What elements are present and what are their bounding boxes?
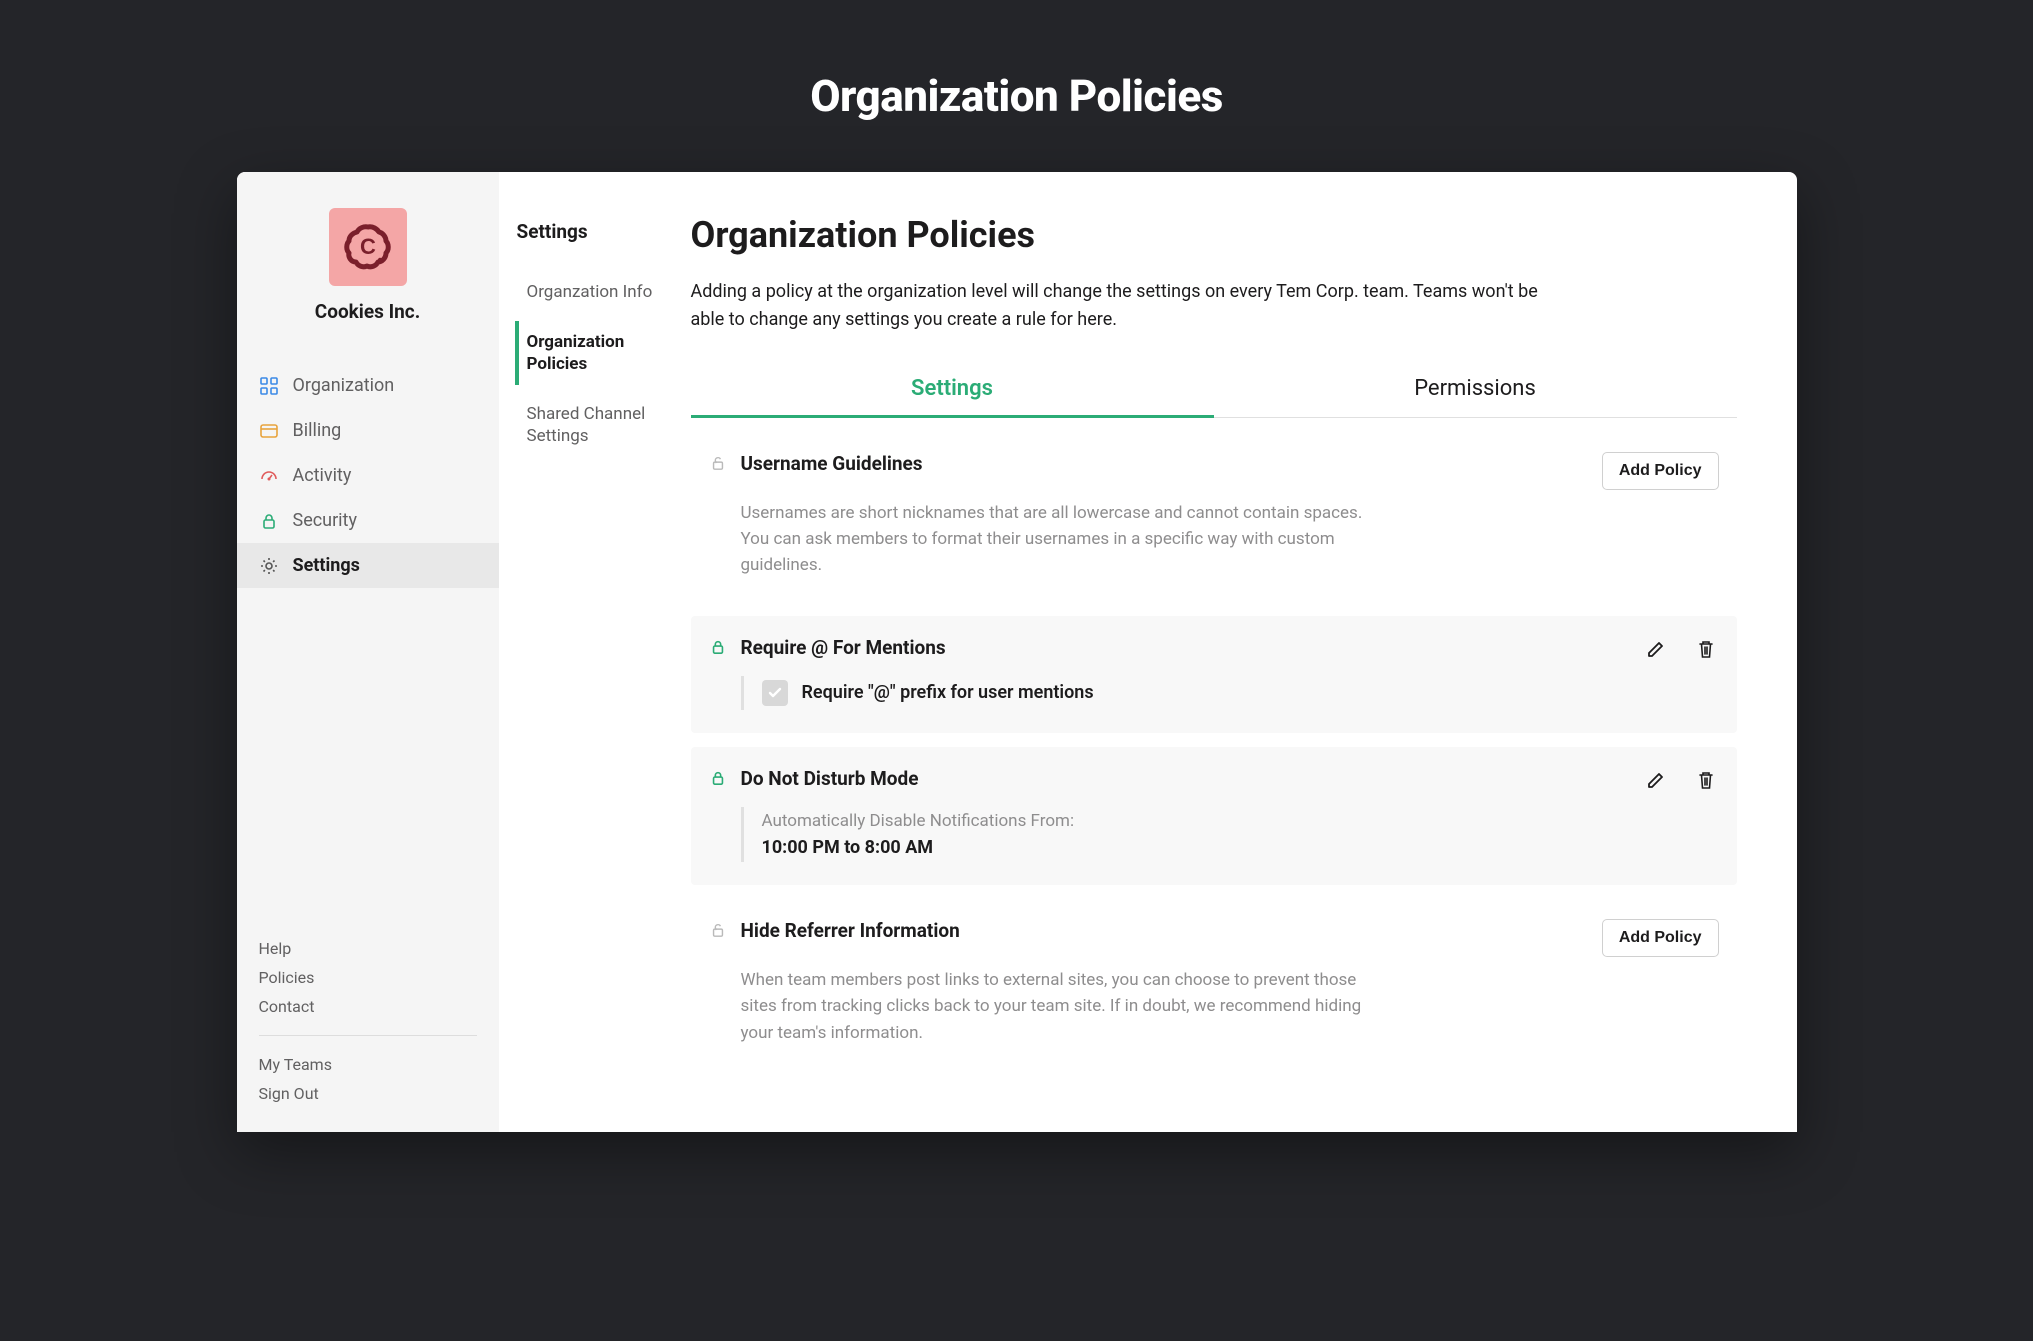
sidebar-item-label: Billing bbox=[293, 420, 342, 441]
pencil-icon bbox=[1645, 769, 1667, 791]
footer-links: Help Policies Contact My Teams Sign Out bbox=[237, 934, 499, 1108]
add-policy-button[interactable]: Add Policy bbox=[1602, 919, 1719, 957]
sidebar-item-activity[interactable]: Activity bbox=[237, 453, 499, 498]
policy-title: Do Not Disturb Mode bbox=[741, 767, 1629, 790]
main-content: Organization Policies Adding a policy at… bbox=[671, 172, 1797, 1132]
subnav-item-shared-channel[interactable]: Shared Channel Settings bbox=[517, 393, 671, 457]
nav-list: Organization Billing Activity Security bbox=[237, 363, 499, 588]
outer-page-title: Organization Policies bbox=[0, 70, 2033, 122]
settings-subnav: Settings Organzation Info Organization P… bbox=[499, 172, 671, 1132]
delete-policy-button[interactable] bbox=[1693, 636, 1719, 662]
card-icon bbox=[259, 421, 279, 441]
footer-link-signout[interactable]: Sign Out bbox=[259, 1079, 477, 1108]
policy-hide-referrer: Hide Referrer Information Add Policy Whe… bbox=[691, 899, 1737, 1069]
dnd-label: Automatically Disable Notifications From… bbox=[762, 811, 1719, 831]
policy-username-guidelines: Username Guidelines Add Policy Usernames… bbox=[691, 432, 1737, 602]
page-title: Organization Policies bbox=[691, 214, 1737, 256]
app-frame: C Cookies Inc. Organization Billing bbox=[237, 172, 1797, 1132]
sidebar-item-label: Settings bbox=[293, 555, 360, 576]
policy-require-at: Require @ For Mentions Require "@" prefi… bbox=[691, 616, 1737, 733]
add-policy-button[interactable]: Add Policy bbox=[1602, 452, 1719, 490]
tab-settings[interactable]: Settings bbox=[691, 362, 1214, 417]
cookie-logo-icon: C bbox=[343, 222, 393, 272]
page-description: Adding a policy at the organization leve… bbox=[691, 278, 1551, 334]
lock-icon bbox=[259, 511, 279, 531]
org-logo-wrap: C bbox=[237, 208, 499, 286]
check-icon bbox=[767, 685, 783, 701]
sidebar-item-security[interactable]: Security bbox=[237, 498, 499, 543]
gauge-icon bbox=[259, 466, 279, 486]
delete-policy-button[interactable] bbox=[1693, 767, 1719, 793]
org-name: Cookies Inc. bbox=[237, 300, 499, 323]
policy-title: Username Guidelines bbox=[741, 452, 1588, 475]
sidebar-item-label: Security bbox=[293, 510, 357, 531]
subnav-item-org-info[interactable]: Organzation Info bbox=[517, 271, 671, 313]
footer-divider bbox=[259, 1035, 477, 1036]
footer-link-policies[interactable]: Policies bbox=[259, 963, 477, 992]
footer-link-myteams[interactable]: My Teams bbox=[259, 1050, 477, 1079]
grid-icon bbox=[259, 376, 279, 396]
edit-policy-button[interactable] bbox=[1643, 767, 1669, 793]
footer-link-help[interactable]: Help bbox=[259, 934, 477, 963]
sidebar-item-billing[interactable]: Billing bbox=[237, 408, 499, 453]
gear-icon bbox=[259, 556, 279, 576]
edit-policy-button[interactable] bbox=[1643, 636, 1669, 662]
sidebar-item-organization[interactable]: Organization bbox=[237, 363, 499, 408]
trash-icon bbox=[1695, 638, 1717, 660]
footer-link-contact[interactable]: Contact bbox=[259, 992, 477, 1021]
policy-title: Hide Referrer Information bbox=[741, 919, 1588, 942]
policy-dnd: Do Not Disturb Mode Automatically Disabl… bbox=[691, 747, 1737, 885]
dnd-time: 10:00 PM to 8:00 AM bbox=[762, 837, 1719, 858]
trash-icon bbox=[1695, 769, 1717, 791]
settings-subnav-heading: Settings bbox=[517, 220, 671, 243]
tab-permissions[interactable]: Permissions bbox=[1214, 362, 1737, 417]
unlock-icon bbox=[709, 919, 727, 938]
policy-title: Require @ For Mentions bbox=[741, 636, 1629, 659]
policy-description: When team members post links to external… bbox=[741, 967, 1381, 1046]
svg-text:C: C bbox=[360, 234, 376, 259]
checkbox[interactable] bbox=[762, 680, 788, 706]
policy-description: Usernames are short nicknames that are a… bbox=[741, 500, 1381, 579]
org-logo[interactable]: C bbox=[329, 208, 407, 286]
checkbox-label: Require "@" prefix for user mentions bbox=[802, 682, 1094, 703]
sidebar: C Cookies Inc. Organization Billing bbox=[237, 172, 499, 1132]
sidebar-item-label: Organization bbox=[293, 375, 395, 396]
policy-check-row: Require "@" prefix for user mentions bbox=[762, 680, 1719, 706]
tabs: Settings Permissions bbox=[691, 362, 1737, 418]
unlock-icon bbox=[709, 452, 727, 471]
sidebar-item-label: Activity bbox=[293, 465, 352, 486]
lock-icon bbox=[709, 767, 727, 786]
subnav-item-org-policies[interactable]: Organization Policies bbox=[515, 321, 671, 385]
sidebar-item-settings[interactable]: Settings bbox=[237, 543, 499, 588]
lock-icon bbox=[709, 636, 727, 655]
pencil-icon bbox=[1645, 638, 1667, 660]
